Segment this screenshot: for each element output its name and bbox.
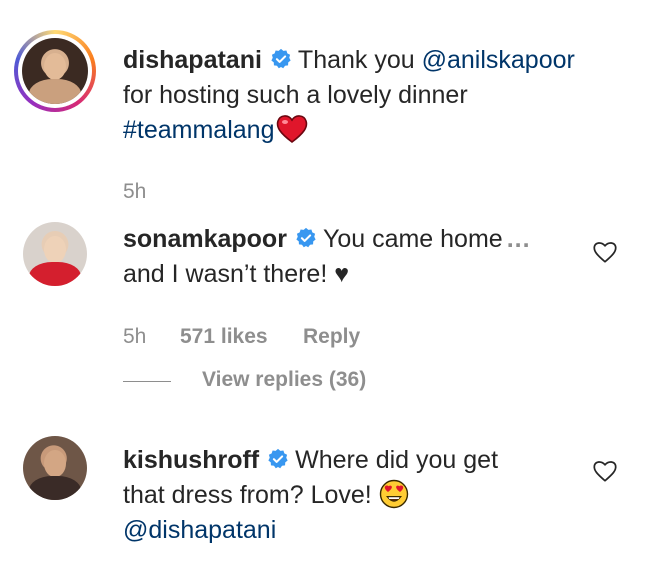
- comment-body-line2: for hosting such a lovely dinner: [123, 81, 468, 109]
- comment-text: sonamkapoor You came home... and I wasn’t…: [123, 222, 531, 292]
- heart-outline-icon[interactable]: [592, 458, 618, 484]
- avatar-face: [43, 52, 67, 81]
- comment-text: dishapatani Thank you @anilskapoor for ho…: [123, 43, 575, 148]
- timestamp[interactable]: 5h: [123, 325, 146, 349]
- avatar-face: [44, 450, 66, 477]
- username-link[interactable]: kishushroff: [123, 446, 259, 474]
- comment-body: Thank you: [297, 46, 422, 74]
- avatar-body: [29, 261, 81, 286]
- avatar-body: [29, 475, 81, 500]
- timestamp[interactable]: 5h: [123, 180, 146, 204]
- comment-body: Where did you get: [295, 446, 499, 474]
- reply-button[interactable]: Reply: [303, 325, 360, 349]
- avatar-face: [44, 236, 66, 263]
- mention-link[interactable]: @dishapatani: [123, 516, 276, 544]
- username-link[interactable]: dishapatani: [123, 46, 262, 74]
- red-heart-emoji: [277, 115, 308, 144]
- verified-badge-icon: [271, 48, 291, 69]
- avatar-kishushroff[interactable]: [23, 436, 87, 500]
- reply-label: Reply: [303, 325, 361, 348]
- heart-outline-icon[interactable]: [592, 239, 618, 265]
- comment-body-line2: that dress from? Love!: [123, 481, 379, 509]
- verified-badge-icon: [268, 448, 288, 469]
- replies-divider: [123, 381, 171, 382]
- heart-eyes-emoji: [379, 479, 408, 509]
- more-button[interactable]: ...: [507, 225, 531, 253]
- likes-label: 571 likes: [180, 325, 268, 348]
- avatar-sonamkapoor[interactable]: [23, 222, 87, 286]
- avatar-dishapatani[interactable]: [22, 38, 88, 104]
- comment-text: kishushroff Where did you get that dress …: [123, 443, 498, 548]
- avatar-frame: [18, 34, 92, 108]
- comment-body-line2: and I wasn’t there! ♥: [123, 260, 350, 288]
- story-ring[interactable]: [14, 30, 96, 112]
- hashtag-link[interactable]: #teammalang: [123, 116, 274, 144]
- view-replies-label: View replies (36): [202, 368, 367, 391]
- comment-body: You came home: [322, 225, 503, 253]
- view-replies-button[interactable]: View replies (36): [202, 368, 366, 392]
- username-link[interactable]: sonamkapoor: [123, 225, 287, 253]
- avatar-body: [28, 78, 82, 104]
- likes-count[interactable]: 571 likes: [180, 325, 268, 349]
- verified-badge-icon: [296, 227, 316, 248]
- mention-link[interactable]: @anilskapoor: [422, 46, 575, 74]
